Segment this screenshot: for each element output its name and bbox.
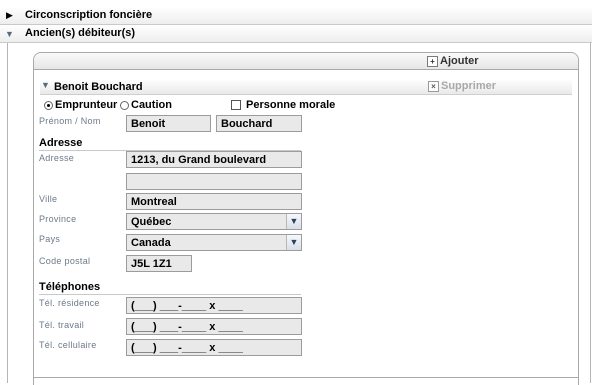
phone-work-label: Tél. travail — [39, 320, 85, 330]
chevron-down-icon[interactable]: ▼ — [286, 235, 301, 250]
name-label: Prénom / Nom — [39, 116, 101, 126]
radio-unselected-icon — [120, 100, 129, 110]
debtor-name: Benoit Bouchard — [54, 81, 143, 93]
legal-entity-checkbox[interactable]: Personne morale — [231, 99, 335, 111]
phones-heading: Téléphones — [39, 281, 101, 293]
panel-bottom-divider — [33, 377, 579, 378]
role-borrower-radio[interactable]: Emprunteur — [44, 99, 117, 111]
country-select[interactable]: Canada ▼ — [126, 234, 302, 251]
radio-selected-icon — [44, 100, 53, 110]
city-field[interactable]: Montreal — [126, 193, 302, 210]
province-value: Québec — [131, 216, 172, 228]
section-anciens-debiteurs-label: Ancien(s) débiteur(s) — [25, 27, 136, 39]
province-label: Province — [39, 214, 77, 224]
add-icon: + — [427, 55, 438, 67]
delete-button[interactable]: × Supprimer — [428, 80, 496, 92]
debtors-panel: + Ajouter ▼ Benoit Bouchard × Supprimer Em… — [33, 52, 579, 385]
address-label: Adresse — [39, 153, 75, 163]
phone-home-label: Tél. résidence — [39, 298, 100, 308]
section-circonscription[interactable]: ▶ Circonscription foncière — [0, 7, 592, 25]
triangle-down-icon: ▼ — [5, 29, 14, 39]
role-guarantor-radio[interactable]: Caution — [120, 99, 172, 111]
debtor-header[interactable]: ▼ Benoit Bouchard × Supprimer — [40, 79, 572, 95]
phone-cell-field[interactable]: (___) ___-____ x ____ — [126, 339, 302, 356]
add-button[interactable]: + Ajouter — [427, 55, 479, 67]
first-name-field[interactable]: Benoit — [126, 115, 211, 132]
postal-code-label: Code postal — [39, 256, 91, 266]
phone-cell-label: Tél. cellulaire — [39, 340, 97, 350]
postal-code-field[interactable]: J5L 1Z1 — [126, 255, 192, 272]
country-value: Canada — [131, 237, 171, 249]
address-line1-field[interactable]: 1213, du Grand boulevard — [126, 151, 302, 168]
phone-home-field[interactable]: (___) ___-____ x ____ — [126, 297, 302, 314]
chevron-down-icon[interactable]: ▼ — [286, 214, 301, 229]
address-line2-field[interactable] — [126, 173, 302, 190]
phones-divider — [39, 294, 301, 295]
last-name-field[interactable]: Bouchard — [216, 115, 302, 132]
delete-icon: × — [428, 80, 439, 92]
phone-work-field[interactable]: (___) ___-____ x ____ — [126, 318, 302, 335]
section-anciens-debiteurs[interactable]: ▼ Ancien(s) débiteur(s) — [0, 25, 592, 43]
triangle-right-icon: ▶ — [6, 10, 13, 20]
province-select[interactable]: Québec ▼ — [126, 213, 302, 230]
address-heading: Adresse — [39, 137, 83, 149]
checkbox-icon — [231, 100, 241, 111]
city-label: Ville — [39, 194, 58, 204]
triangle-down-icon: ▼ — [41, 80, 50, 90]
country-label: Pays — [39, 234, 61, 244]
panel-toolbar: + Ajouter — [34, 53, 578, 70]
section-circonscription-label: Circonscription foncière — [25, 9, 153, 21]
